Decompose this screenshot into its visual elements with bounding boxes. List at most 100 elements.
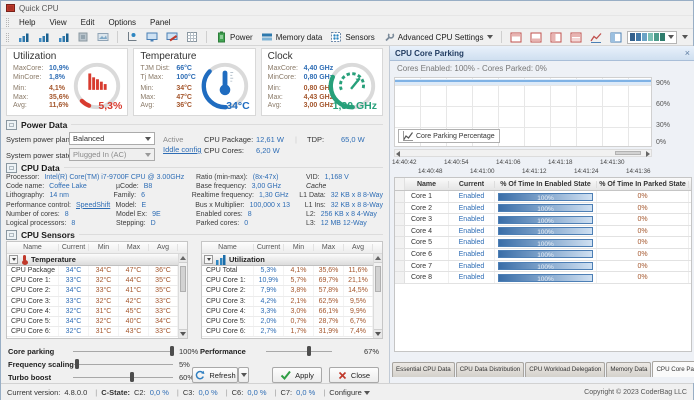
layout-top-button[interactable]: [507, 30, 525, 44]
monitor-refresh-button[interactable]: [163, 30, 181, 44]
scroll-left-icon[interactable]: [396, 151, 400, 157]
layout-rows-button[interactable]: [567, 30, 585, 44]
collapse-chevron-icon[interactable]: [9, 255, 18, 264]
data-grid-button[interactable]: [183, 30, 201, 44]
cpu-chip-button[interactable]: [74, 30, 92, 44]
parking-table-row[interactable]: Core 4 Enabled 100% 0%: [395, 225, 691, 238]
menu-item-view[interactable]: View: [42, 17, 73, 28]
menu-item-help[interactable]: Help: [12, 17, 42, 28]
scroll-right-icon[interactable]: [646, 151, 650, 157]
parking-table-row[interactable]: Core 8 Enabled 100% 0%: [395, 272, 691, 284]
wrench-icon: [383, 31, 395, 43]
x-axis-label: 14:41:24: [574, 168, 599, 175]
scroll-up-button[interactable]: [374, 254, 382, 263]
divider: |: [176, 387, 179, 397]
sensor-row[interactable]: CPU Core 2: 34°C 33°C 41°C 35°C: [7, 286, 187, 297]
close-button[interactable]: Close: [329, 367, 379, 383]
cpu-cores-label: CPU Cores:: [204, 146, 245, 155]
slider-track[interactable]: [73, 371, 173, 383]
configure-menu[interactable]: Configure: [329, 388, 370, 397]
slider-track[interactable]: [73, 358, 173, 370]
sensor-row[interactable]: CPU Core 6: 2,7% 1,7% 31,9% 7,4%: [202, 327, 382, 338]
scrollbar-thumb[interactable]: [375, 266, 381, 292]
slider-thumb[interactable]: [130, 372, 134, 382]
trend-lines-button[interactable]: [587, 30, 605, 44]
refresh-button[interactable]: Refresh: [192, 367, 238, 383]
power-data-icon: [6, 119, 17, 130]
clock-graph-button[interactable]: [54, 30, 72, 44]
sensor-row[interactable]: CPU Core 3: 4,2% 2,1% 62,5% 9,5%: [202, 296, 382, 307]
menu-item-panel[interactable]: Panel: [143, 17, 177, 28]
sensor-row[interactable]: CPU Core 5: 2,0% 0,7% 28,7% 6,7%: [202, 316, 382, 328]
parking-table-row[interactable]: Core 1 Enabled 100% 0%: [395, 191, 691, 203]
power-plan-select[interactable]: Balanced: [69, 132, 155, 145]
tab-cpu-data-distribution[interactable]: CPU Data Distribution: [455, 362, 525, 377]
slider-thumb[interactable]: [75, 359, 79, 369]
tab-cpu-workload-delegation[interactable]: CPU Workload Delegation: [525, 362, 606, 377]
core-state: Enabled: [449, 214, 495, 225]
sensor-row[interactable]: CPU Core 5: 34°C 32°C 40°C 34°C: [7, 316, 187, 328]
sensor-group-label: Utilization: [229, 255, 265, 264]
memory-data-button[interactable]: Memory data: [258, 30, 326, 44]
sensor-row[interactable]: CPU Total 5,3% 4,1% 35,6% 11,6%: [202, 266, 382, 277]
parking-table-row[interactable]: Core 6 Enabled 100% 0%: [395, 248, 691, 261]
sensor-row[interactable]: CPU Core 4: 3,3% 3,0% 66,1% 9,9%: [202, 306, 382, 317]
cpu-graph-button[interactable]: [34, 30, 52, 44]
scroll-up-button[interactable]: [179, 254, 187, 263]
parked-percentage: 0%: [597, 202, 689, 214]
sensor-row[interactable]: CPU Core 1: 10,9% 5,7% 69,7% 21,1%: [202, 276, 382, 287]
slider-thumb[interactable]: [170, 346, 174, 356]
cpu-data-icon: [6, 162, 17, 173]
core-parking-series-line: [395, 80, 651, 82]
parking-table-row[interactable]: Core 5 Enabled 100% 0%: [395, 237, 691, 249]
sensor-row[interactable]: CPU Package 34°C 34°C 47°C 36°C: [7, 266, 187, 277]
sensor-group-row[interactable]: Temperature: [7, 254, 187, 266]
color-scheme-picker[interactable]: [626, 30, 677, 44]
side-panel-button[interactable]: [607, 30, 625, 44]
slider-track[interactable]: [73, 345, 174, 357]
scrollbar-vertical[interactable]: [373, 254, 382, 338]
idle-config-link[interactable]: Iddle config: [163, 145, 201, 154]
scrollbar-thumb[interactable]: [180, 266, 186, 292]
sensor-group-row[interactable]: Utilization: [202, 254, 382, 266]
sensor-row[interactable]: CPU Core 1: 33°C 32°C 44°C 35°C: [7, 276, 187, 287]
scroll-down-button[interactable]: [374, 329, 382, 338]
axis-chart-button[interactable]: [123, 30, 141, 44]
sensor-row[interactable]: CPU Core 3: 33°C 32°C 42°C 33°C: [7, 296, 187, 307]
layout-columns-button[interactable]: [547, 30, 565, 44]
scrollbar-thumb[interactable]: [615, 151, 641, 155]
menu-item-options[interactable]: Options: [101, 17, 143, 28]
slider-track[interactable]: [266, 345, 332, 357]
screenshot-button[interactable]: [94, 30, 112, 44]
sensors-button[interactable]: Sensors: [327, 30, 377, 44]
sensor-row[interactable]: CPU Core 6: 32°C 31°C 43°C 33°C: [7, 327, 187, 338]
apply-button[interactable]: Apply: [272, 367, 322, 383]
layout-bottom-button[interactable]: [527, 30, 545, 44]
monitor-button[interactable]: [143, 30, 161, 44]
parking-table-row[interactable]: Core 7 Enabled 100% 0%: [395, 260, 691, 273]
tab-memory-data[interactable]: Memory Data: [606, 362, 652, 377]
sensor-row[interactable]: CPU Core 2: 7,9% 3,8% 57,8% 14,5%: [202, 286, 382, 297]
sensor-table-header: Name Current Min Max Avg: [7, 242, 187, 254]
core-name: Core 7: [405, 260, 449, 272]
utilization-graph-button[interactable]: [14, 30, 32, 44]
sensor-row[interactable]: CPU Core 4: 32°C 31°C 45°C 33°C: [7, 306, 187, 317]
power-state-select[interactable]: Plugged In (AC): [69, 148, 155, 161]
slider-thumb[interactable]: [307, 346, 312, 356]
scrollbar-vertical[interactable]: [178, 254, 187, 338]
scroll-down-button[interactable]: [179, 329, 187, 338]
gauge-cards: Utilization MaxCore: 10,9% MinCore: 1,8% Min…: [6, 48, 383, 116]
parking-table-row[interactable]: Core 2 Enabled 100% 0%: [395, 202, 691, 215]
tab-cpu-core-parking[interactable]: CPU Core Parking: [652, 361, 694, 377]
data-grid-icon: [186, 31, 198, 43]
parking-table-row[interactable]: Core 3 Enabled 100% 0%: [395, 214, 691, 226]
chart-scrollbar-horizontal[interactable]: [394, 149, 652, 157]
menu-item-edit[interactable]: Edit: [74, 17, 102, 28]
panel-close-icon[interactable]: ×: [685, 48, 690, 58]
refresh-dropdown-button[interactable]: [238, 367, 249, 383]
tab-essential-cpu-data[interactable]: Essential CPU Data: [392, 362, 455, 377]
collapse-chevron-icon[interactable]: [204, 255, 213, 264]
toolbar-overflow-button[interactable]: [679, 34, 691, 40]
power-button[interactable]: Power: [212, 30, 256, 44]
advanced-cpu-settings-button[interactable]: Advanced CPU Settings: [380, 30, 496, 44]
